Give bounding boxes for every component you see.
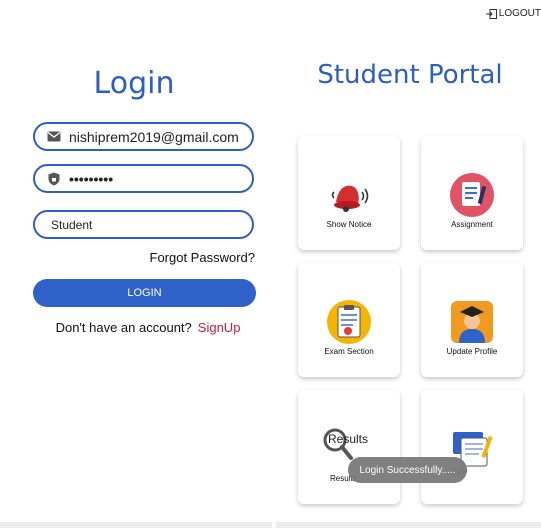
results-card[interactable]: Results Results: [298, 390, 400, 504]
password-field[interactable]: •••••••••: [33, 164, 254, 193]
signup-link[interactable]: SignUp: [198, 320, 241, 335]
update-profile-card[interactable]: Update Profile: [421, 263, 523, 377]
help-card[interactable]: Help: [421, 390, 523, 504]
card-label: Assignment: [451, 220, 493, 229]
no-account-text: Don't have an account?: [55, 320, 192, 335]
login-button[interactable]: LOGIN: [33, 279, 256, 307]
signup-line: Don't have an account? SignUp: [0, 320, 296, 335]
nav-bar-strip: [276, 522, 541, 528]
email-value: nishiprem2019@gmail.com: [69, 128, 239, 145]
exam-clipboard-icon: [326, 299, 372, 345]
login-success-toast: Login Successfully.....: [348, 457, 467, 483]
card-label: Show Notice: [326, 220, 372, 229]
card-label: Exam Section: [324, 347, 374, 356]
nav-bar-strip: [0, 522, 272, 528]
exam-section-card[interactable]: Exam Section: [298, 263, 400, 377]
email-field[interactable]: nishiprem2019@gmail.com: [33, 122, 254, 151]
logout-label: LOGOUT: [498, 8, 541, 19]
shield-lock-icon: [47, 172, 61, 186]
assignment-card[interactable]: Assignment: [421, 136, 523, 250]
show-notice-card[interactable]: Show Notice: [298, 136, 400, 250]
portal-title: Student Portal: [317, 60, 503, 90]
assignment-icon: [449, 172, 495, 218]
role-select[interactable]: Student: [33, 210, 254, 239]
forgot-password-link[interactable]: Forgot Password?: [150, 250, 256, 265]
logout-button[interactable]: LOGOUT: [485, 8, 541, 19]
mail-icon: [47, 130, 61, 144]
results-icon-text: Results: [328, 432, 369, 446]
role-value: Student: [51, 217, 93, 232]
card-label: Update Profile: [446, 347, 498, 356]
graduate-profile-icon: [449, 299, 495, 345]
login-screen: Login nishiprem2019@gmail.com ••••••••• …: [0, 0, 272, 528]
portal-screen: LOGOUT Student Portal Show Notice Assign: [276, 0, 541, 528]
password-value: •••••••••: [69, 170, 114, 187]
bell-icon: [326, 172, 372, 218]
logout-icon: [485, 8, 497, 19]
login-title: Login: [93, 66, 175, 101]
